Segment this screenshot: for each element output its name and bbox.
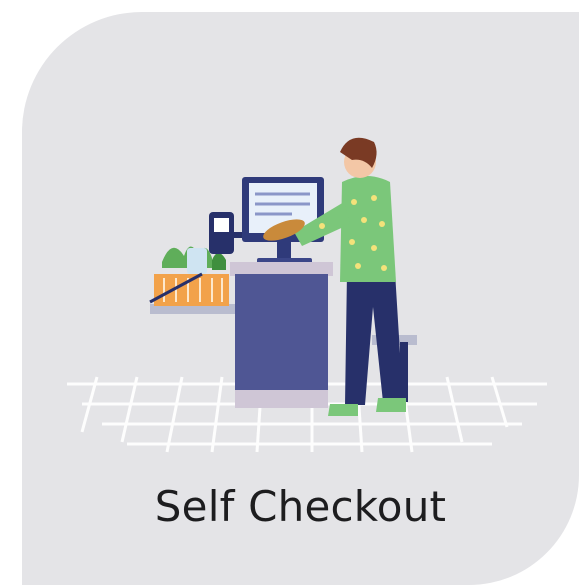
self-checkout-illustration-icon bbox=[67, 137, 547, 453]
kiosk-body bbox=[230, 262, 333, 408]
tile-label: Self Checkout bbox=[154, 482, 447, 531]
basket-icon bbox=[149, 246, 229, 306]
self-checkout-tile[interactable]: Self Checkout bbox=[22, 12, 579, 585]
